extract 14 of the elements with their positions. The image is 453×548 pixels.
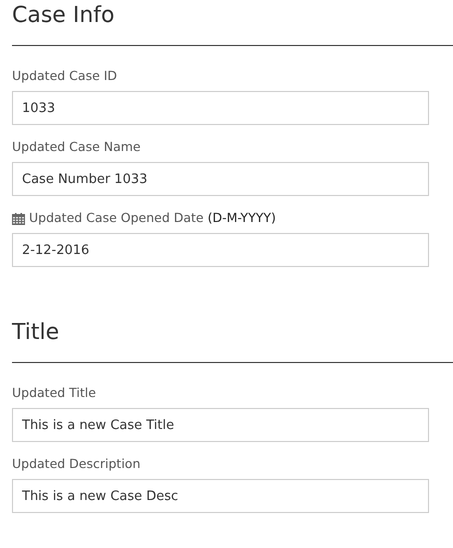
field-label: Updated Title	[12, 384, 96, 402]
input-field[interactable]: 1033	[12, 91, 429, 125]
section-heading: Title	[12, 319, 60, 347]
input-field[interactable]: This is a new Case Title	[12, 408, 429, 442]
field-label: Updated Case Opened Date	[29, 209, 204, 228]
input-field[interactable]: 2-12-2016	[12, 233, 429, 267]
input-field[interactable]: This is a new Case Desc	[12, 479, 429, 513]
date-format-hint: (D-M-YYYY)	[208, 209, 276, 228]
input-field[interactable]: Case Number 1033	[12, 162, 429, 196]
field-label: Updated Case ID	[12, 67, 118, 86]
field-label: Updated Description	[12, 455, 140, 474]
calendar-icon	[12, 212, 25, 224]
field-label: Updated Case Name	[12, 138, 141, 156]
section-heading: Case Info	[12, 2, 116, 30]
